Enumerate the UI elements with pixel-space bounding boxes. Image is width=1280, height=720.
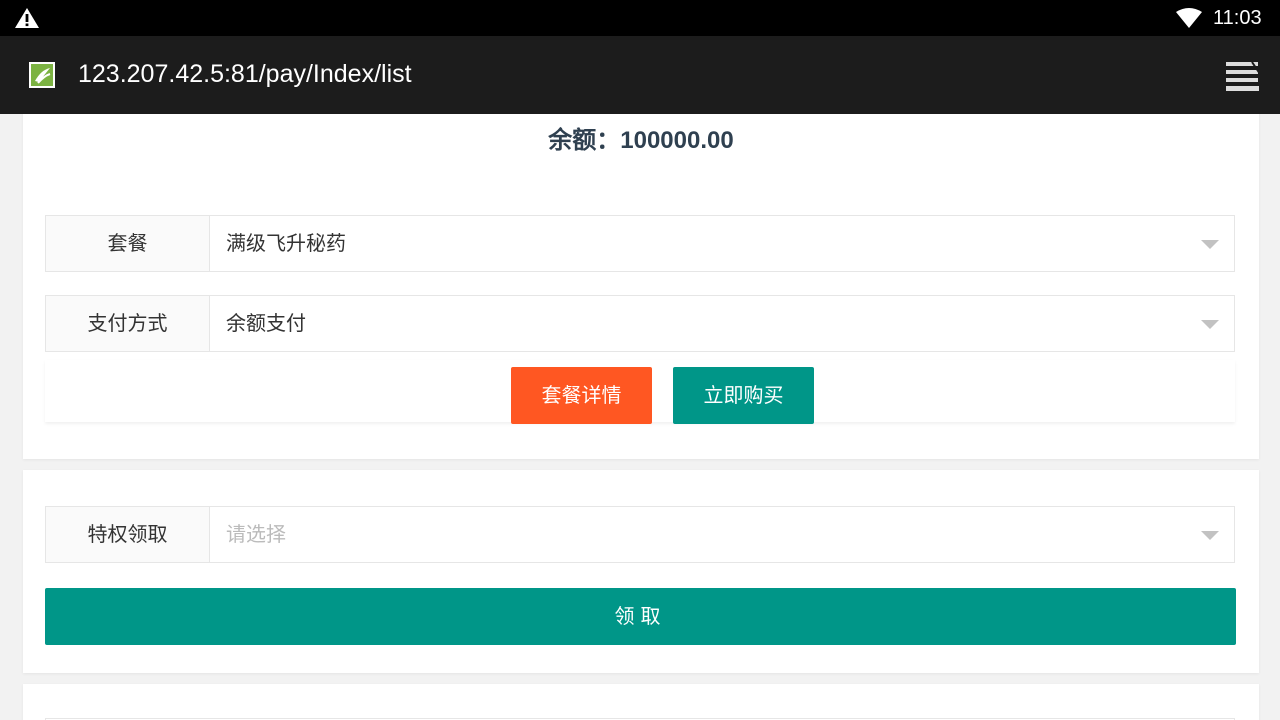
payment-row: 支付方式 余额支付 <box>45 295 1235 352</box>
tabs-icon[interactable] <box>1224 60 1262 92</box>
balance-label: 余额： <box>548 126 621 154</box>
privilege-placeholder: 请选择 <box>226 522 286 546</box>
package-select[interactable]: 满级飞升秘药 <box>210 216 1234 271</box>
status-bar: 11:03 <box>0 0 1280 36</box>
payment-select[interactable]: 余额支付 <box>210 296 1234 351</box>
privilege-label: 特权领取 <box>46 507 210 562</box>
payment-value: 余额支付 <box>226 311 306 335</box>
privilege-row: 特权领取 请选择 <box>45 506 1235 563</box>
claim-card: 特权领取 请选择 领取 <box>23 470 1259 673</box>
purchase-button-area: 套餐详情 立即购买 <box>45 360 1235 424</box>
purchase-card: 余额：100000.00 套餐 满级飞升秘药 支付方式 余额支付 套餐详情 立即… <box>23 114 1259 459</box>
browser-toolbar: 123.207.42.5:81/pay/Index/list <box>0 36 1280 114</box>
buy-now-button[interactable]: 立即购买 <box>673 367 814 424</box>
wifi-icon <box>1176 8 1202 28</box>
next-card <box>23 684 1259 720</box>
chevron-down-icon <box>1201 240 1219 249</box>
privilege-select[interactable]: 请选择 <box>210 507 1234 562</box>
payment-label: 支付方式 <box>46 296 210 351</box>
package-details-button[interactable]: 套餐详情 <box>511 367 652 424</box>
package-row: 套餐 满级飞升秘药 <box>45 215 1235 272</box>
page-content: 余额：100000.00 套餐 满级飞升秘药 支付方式 余额支付 套餐详情 立即… <box>0 114 1280 720</box>
package-value: 满级飞升秘药 <box>226 231 346 255</box>
site-favicon <box>29 62 55 88</box>
address-bar[interactable]: 123.207.42.5:81/pay/Index/list <box>78 59 412 89</box>
balance-amount: 100000.00 <box>620 127 734 154</box>
chevron-down-icon <box>1201 320 1219 329</box>
package-label: 套餐 <box>46 216 210 271</box>
status-time: 11:03 <box>1213 7 1262 29</box>
warning-icon <box>15 8 39 28</box>
chevron-down-icon <box>1201 531 1219 540</box>
claim-button[interactable]: 领取 <box>45 588 1236 645</box>
balance-display: 余额：100000.00 <box>23 120 1259 155</box>
